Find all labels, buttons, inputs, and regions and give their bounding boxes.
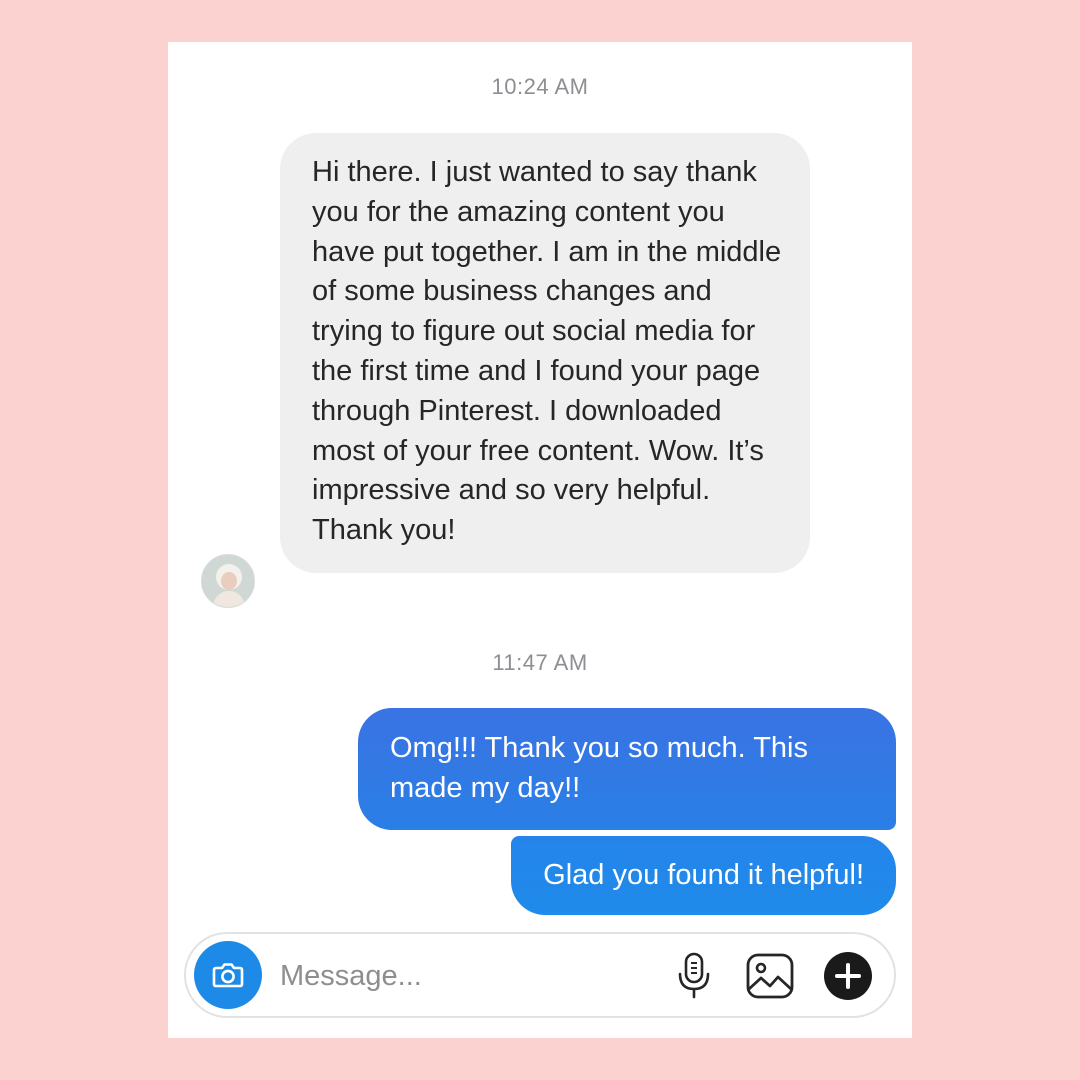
timestamp: 11:47 AM: [492, 650, 588, 675]
chat-window: 10:24 AM Hi there. I just wanted to say …: [168, 42, 912, 1038]
gallery-button[interactable]: [744, 950, 796, 1002]
avatar-image: [202, 555, 254, 607]
outgoing-message-bubble[interactable]: Omg!!! Thank you so much. This made my d…: [358, 708, 896, 830]
voice-message-button[interactable]: [668, 950, 720, 1002]
message-input[interactable]: [280, 954, 650, 998]
plus-icon: [824, 952, 872, 1000]
camera-button[interactable]: [194, 941, 262, 1009]
timestamp: 10:24 AM: [491, 74, 589, 99]
message-composer: [184, 932, 896, 1018]
camera-icon: [212, 963, 244, 988]
outgoing-message-bubble[interactable]: Glad you found it helpful!: [511, 836, 896, 915]
microphone-icon: [678, 952, 710, 999]
more-options-button[interactable]: [822, 950, 874, 1002]
contact-avatar[interactable]: [201, 554, 255, 608]
incoming-message-bubble[interactable]: Hi there. I just wanted to say thank you…: [280, 133, 810, 573]
gallery-icon: [746, 953, 794, 999]
